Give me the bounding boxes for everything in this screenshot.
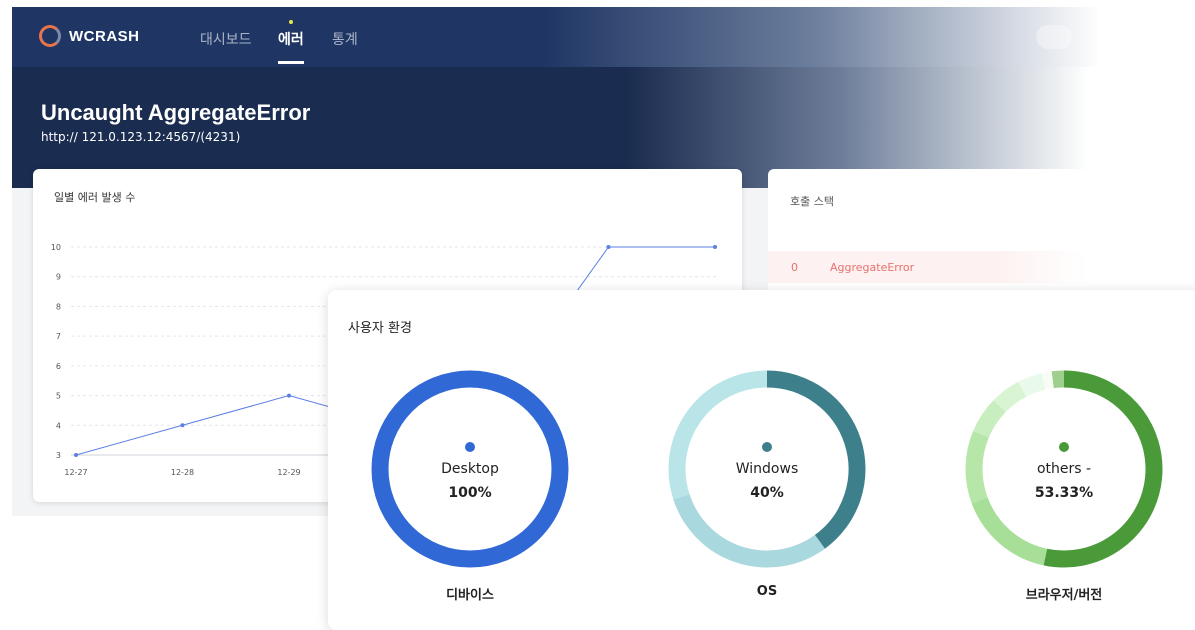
nav-item-errors[interactable]: 에러 [278, 20, 304, 64]
device-caption: 디바이스 [446, 588, 494, 603]
nav-item-dashboard[interactable]: 대시보드 [200, 29, 252, 49]
stack-frame-row[interactable]: 0 AggregateError [768, 251, 1088, 283]
data-point [606, 245, 611, 249]
brand-logo[interactable]: WCRASH [39, 25, 140, 47]
donut-slice [1018, 373, 1046, 397]
data-point [74, 453, 78, 457]
device-legend-dot [465, 442, 475, 452]
y-tick-label: 4 [56, 421, 61, 430]
y-tick-label: 10 [51, 243, 61, 252]
donut-slice [1051, 370, 1065, 389]
browser-donut[interactable]: others - 53.33% [965, 370, 1163, 568]
error-title: Uncaught AggregateError [41, 100, 311, 125]
y-tick-label: 7 [56, 332, 61, 341]
nav-item-statistics[interactable]: 통계 [332, 29, 358, 49]
user-environment-title: 사용자 환경 [348, 321, 412, 336]
y-tick-label: 9 [56, 273, 61, 282]
donut-slice [973, 400, 1006, 438]
call-stack-title: 호출 스택 [790, 195, 834, 208]
device-donut[interactable]: Desktop 100% [371, 370, 569, 568]
top-nav-bar: WCRASH 대시보드 에러 통계 [12, 7, 1195, 67]
stack-frame-name: AggregateError [830, 261, 915, 274]
logo-ring-icon [39, 25, 61, 47]
active-indicator-dot [288, 20, 293, 24]
y-tick-label: 5 [56, 392, 61, 401]
user-menu-button[interactable] [1036, 25, 1072, 49]
stack-frame-index: 0 [791, 261, 798, 274]
os-top-percent: 40% [750, 485, 784, 501]
browser-legend-dot [1059, 442, 1069, 452]
brand-name: WCRASH [69, 27, 140, 45]
error-url: http:// 121.0.123.12:4567/(4231) [41, 130, 241, 144]
y-tick-label: 8 [56, 302, 61, 311]
x-tick-label: 12-28 [171, 468, 194, 477]
donut-slice [1041, 371, 1054, 390]
call-stack-card: 호출 스택 0 AggregateError [768, 169, 1195, 299]
browser-caption: 브라우저/버전 [1025, 588, 1103, 603]
x-tick-label: 12-27 [64, 468, 87, 477]
os-top-name: Windows [735, 461, 799, 477]
data-point [287, 393, 291, 398]
browser-top-percent: 53.33% [1034, 485, 1094, 501]
donut-slice [673, 493, 825, 568]
donut-slice [668, 370, 768, 500]
y-tick-label: 6 [56, 362, 61, 371]
data-point [180, 423, 185, 428]
y-tick-label: 3 [56, 451, 61, 460]
active-tab-underline [278, 61, 304, 64]
user-environment-card: 사용자 환경 Desktop 100% 디바이스 Windows 40% OS … [328, 290, 1195, 630]
data-point [713, 245, 717, 249]
os-legend-dot [762, 442, 772, 452]
os-caption: OS [756, 584, 778, 599]
nav-item-errors-label: 에러 [278, 32, 304, 48]
browser-top-name: others - [1036, 461, 1092, 477]
donut-slice [993, 381, 1027, 413]
donut-slice [971, 497, 1048, 566]
device-top-name: Desktop [441, 461, 499, 477]
device-top-percent: 100% [448, 485, 492, 501]
x-tick-label: 12-29 [277, 468, 300, 477]
os-donut[interactable]: Windows 40% [668, 370, 866, 568]
